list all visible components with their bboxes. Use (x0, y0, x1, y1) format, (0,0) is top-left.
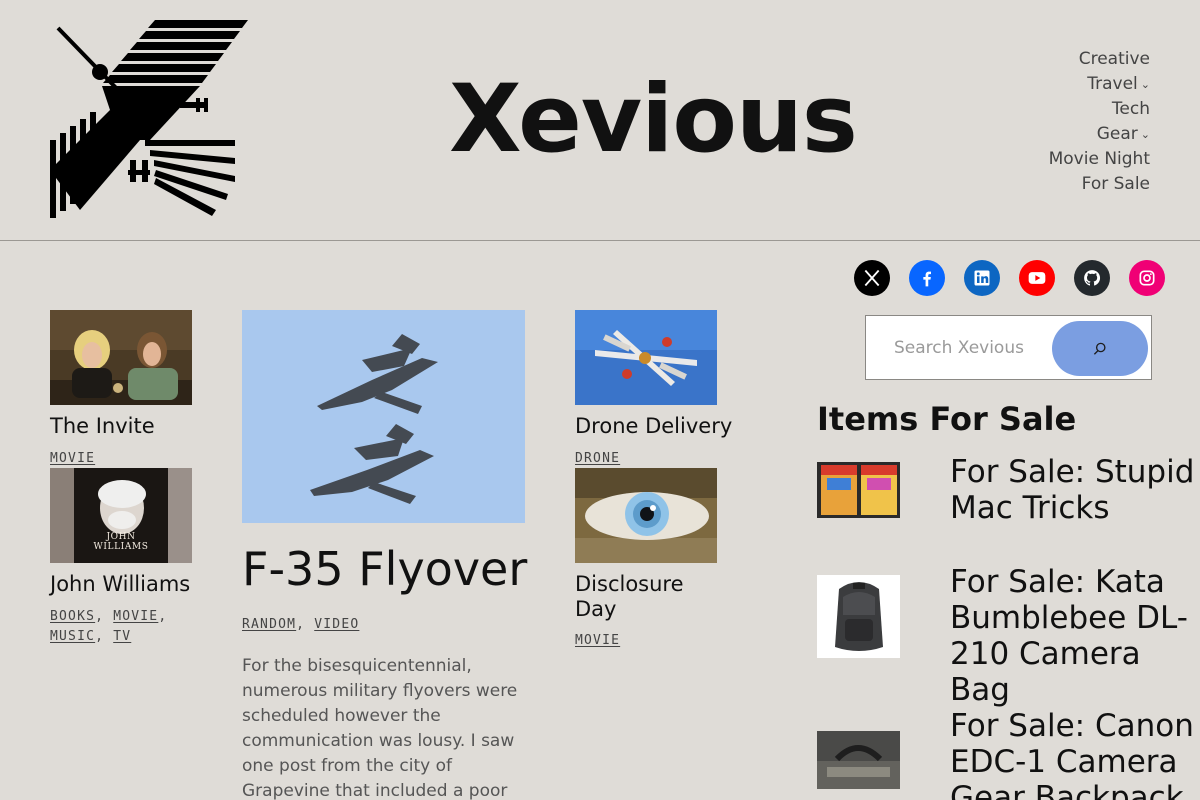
site-header: Xevious Creative Travel ⌄ Tech Gear ⌄ Movi… (0, 0, 1200, 241)
post-categories: RANDOM, VIDEO (242, 617, 360, 632)
post-title[interactable]: John Williams (50, 572, 190, 597)
site-title[interactable]: Xevious (0, 68, 1200, 172)
nav-item-travel[interactable]: Travel ⌄ (1049, 72, 1150, 97)
nav-label: Movie Night (1048, 149, 1150, 169)
github-link[interactable] (1074, 260, 1110, 296)
search-icon (1093, 342, 1106, 355)
sale-item-title[interactable]: For Sale: Stupid Mac Tricks (950, 454, 1200, 526)
nav-label: Creative (1078, 49, 1150, 69)
post-title[interactable]: Drone Delivery (575, 414, 732, 439)
instagram-link[interactable] (1129, 260, 1165, 296)
category-link[interactable]: MUSIC (50, 629, 95, 644)
category-link[interactable]: VIDEO (314, 617, 359, 632)
nav-item-for-sale[interactable]: For Sale (1049, 172, 1150, 197)
nav-label: For Sale (1081, 174, 1150, 194)
search-input[interactable] (880, 328, 1050, 368)
post-categories: DRONE (575, 449, 620, 469)
post-categories: BOOKS, MOVIE, MUSIC, TV (50, 609, 168, 644)
chevron-down-icon[interactable]: ⌄ (1141, 122, 1150, 147)
category-link[interactable]: TV (113, 629, 131, 644)
nav-label: Travel (1087, 74, 1138, 94)
post-thumbnail-drone-delivery[interactable] (575, 310, 717, 405)
books-image (817, 462, 900, 518)
sale-item-title[interactable]: For Sale: Canon EDC-1 Camera Gear Backpa… (950, 708, 1200, 800)
post-title[interactable]: The Invite (50, 414, 155, 439)
category-link[interactable]: MOVIE (575, 633, 620, 648)
post-categories: MOVIE (50, 449, 95, 469)
nav-item-movie-night[interactable]: Movie Night (1049, 147, 1150, 172)
post-thumbnail-the-invite[interactable] (50, 310, 192, 405)
chevron-down-icon[interactable]: ⌄ (1141, 72, 1150, 97)
nav-item-tech[interactable]: Tech (1049, 97, 1150, 122)
jets-photo-image (242, 310, 525, 523)
post-title[interactable]: Disclosure Day (575, 572, 717, 622)
youtube-icon (1028, 272, 1046, 284)
facebook-link[interactable] (909, 260, 945, 296)
sale-item-thumbnail[interactable] (817, 575, 900, 658)
search-button[interactable] (1052, 321, 1148, 376)
category-link[interactable]: MOVIE (50, 451, 95, 466)
post-categories: MOVIE (575, 631, 620, 651)
for-sale-heading: Items For Sale (817, 400, 1077, 438)
category-link[interactable]: RANDOM (242, 617, 296, 632)
main-navigation: Creative Travel ⌄ Tech Gear ⌄ Movie Night … (1049, 47, 1150, 197)
movie-still-image (50, 310, 192, 405)
social-links (854, 260, 1165, 296)
nav-label: Gear (1096, 124, 1138, 144)
post-thumbnail-john-williams[interactable]: JOHN WILLIAMS (50, 468, 192, 563)
youtube-link[interactable] (1019, 260, 1055, 296)
category-link[interactable]: MOVIE (113, 609, 158, 624)
drone-photo-image (575, 310, 717, 405)
linkedin-link[interactable] (964, 260, 1000, 296)
camera-backpack-image (817, 731, 900, 789)
post-thumbnail-f35[interactable] (242, 310, 525, 523)
x-link[interactable] (854, 260, 890, 296)
linkedin-icon (974, 270, 990, 286)
post-excerpt: For the bisesquicentennial, numerous mil… (242, 656, 518, 800)
post-thumbnail-disclosure-day[interactable] (575, 468, 717, 563)
instagram-icon (1139, 270, 1155, 286)
nav-item-creative[interactable]: Creative (1049, 47, 1150, 72)
search-form (865, 315, 1152, 380)
nav-label: Tech (1111, 99, 1150, 119)
github-icon (1084, 270, 1101, 286)
eye-photo-image (575, 468, 717, 563)
camera-bag-image (817, 575, 900, 658)
x-icon (864, 269, 880, 287)
sale-item-thumbnail[interactable] (817, 731, 900, 789)
nav-item-gear[interactable]: Gear ⌄ (1049, 122, 1150, 147)
category-link[interactable]: BOOKS (50, 609, 95, 624)
category-link[interactable]: DRONE (575, 451, 620, 466)
book-cover-title: JOHN WILLIAMS (93, 532, 149, 552)
sale-item-title[interactable]: For Sale: Kata Bumblebee DL-210 Camera B… (950, 564, 1200, 708)
post-title[interactable]: F-35 Flyover (242, 541, 527, 597)
sale-item-thumbnail[interactable] (817, 462, 900, 518)
facebook-icon (923, 271, 931, 287)
